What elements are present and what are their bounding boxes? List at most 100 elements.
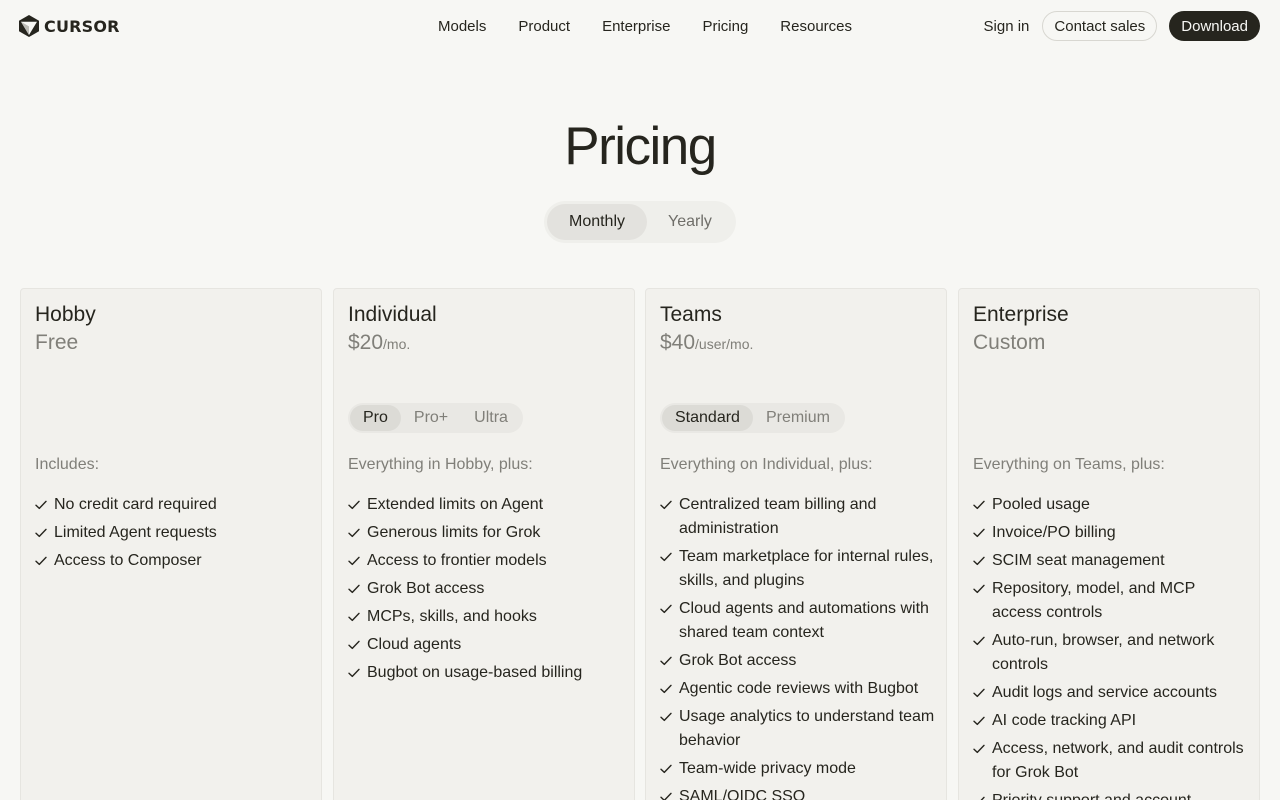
feature-item: Grok Bot access: [660, 649, 936, 673]
feature-item: Audit logs and service accounts: [973, 681, 1249, 705]
feature-text: Agentic code reviews with Bugbot: [679, 680, 919, 697]
cursor-logo-icon: [19, 15, 39, 37]
plan-name: Individual: [348, 303, 437, 326]
check-icon: [660, 677, 673, 701]
feature-item: Pooled usage: [973, 493, 1249, 517]
billing-toggle: Monthly Yearly: [544, 201, 736, 243]
feature-item: Limited Agent requests: [35, 521, 311, 545]
feature-text: Cloud agents: [367, 636, 462, 653]
feature-item: Team-wide privacy mode: [660, 757, 936, 781]
tier-option-standard[interactable]: Standard: [662, 405, 753, 431]
nav-actions: Sign in Contact sales Download: [984, 11, 1260, 41]
plan-includes-label: Includes:: [35, 456, 100, 473]
feature-list: Extended limits on Agent Generous limits …: [348, 493, 624, 689]
logo[interactable]: CURSOR: [18, 14, 120, 38]
check-icon: [348, 605, 361, 629]
feature-text: Generous limits for Grok: [367, 524, 541, 541]
feature-text: MCPs, skills, and hooks: [367, 608, 537, 625]
feature-text: Limited Agent requests: [54, 524, 217, 541]
nav-link-resources[interactable]: Resources: [780, 18, 852, 35]
feature-text: Extended limits on Agent: [367, 496, 544, 513]
feature-text: Priority support and account: [992, 792, 1191, 800]
feature-text: No credit card required: [54, 496, 217, 513]
plan-name: Teams: [660, 303, 722, 326]
plan-card-teams: Teams $40/user/mo. Standard Premium Ever…: [645, 288, 947, 800]
contact-sales-button[interactable]: Contact sales: [1042, 11, 1158, 41]
check-icon: [973, 789, 986, 800]
plan-name: Hobby: [35, 303, 96, 326]
feature-item: SAML/OIDC SSO: [660, 785, 936, 800]
feature-text: Bugbot on usage-based billing: [367, 664, 583, 681]
nav-link-pricing[interactable]: Pricing: [702, 18, 748, 35]
check-icon: [660, 705, 673, 729]
check-icon: [973, 577, 986, 601]
feature-item: Cloud agents: [348, 633, 624, 657]
tier-option-pro[interactable]: Pro: [350, 405, 401, 431]
feature-item: Access to Composer: [35, 549, 311, 573]
plan-card-enterprise: Enterprise Custom Everything on Teams, p…: [958, 288, 1260, 800]
feature-item: Grok Bot access: [348, 577, 624, 601]
check-icon: [35, 521, 48, 545]
check-icon: [348, 633, 361, 657]
tier-option-ultra[interactable]: Ultra: [461, 405, 521, 431]
check-icon: [973, 521, 986, 545]
feature-item: Extended limits on Agent: [348, 493, 624, 517]
tier-option-premium[interactable]: Premium: [753, 405, 843, 431]
check-icon: [660, 545, 673, 569]
plan-includes-label: Everything on Teams, plus:: [973, 456, 1165, 473]
tier-toggle: Pro Pro+ Ultra: [348, 403, 523, 433]
check-icon: [973, 737, 986, 761]
plan-price-value: Custom: [973, 331, 1046, 354]
feature-item: SCIM seat management: [973, 549, 1249, 573]
feature-text: Auto-run, browser, and network controls: [992, 632, 1215, 673]
nav-link-enterprise[interactable]: Enterprise: [602, 18, 670, 35]
download-button[interactable]: Download: [1169, 11, 1260, 41]
feature-text: Audit logs and service accounts: [992, 684, 1218, 701]
page-title: Pricing: [564, 117, 717, 176]
check-icon: [660, 649, 673, 673]
feature-item: No credit card required: [35, 493, 311, 517]
feature-text: Access to Composer: [54, 552, 202, 569]
plan-name: Enterprise: [973, 303, 1069, 326]
plan-price: $40/user/mo.: [660, 331, 753, 355]
top-nav: CURSOR Models Product Enterprise Pricing…: [0, 0, 1280, 52]
feature-item: Team marketplace for internal rules, ski…: [660, 545, 936, 593]
feature-item: AI code tracking API: [973, 709, 1249, 733]
feature-item: Auto-run, browser, and network controls: [973, 629, 1249, 677]
check-icon: [348, 493, 361, 517]
feature-item: Access, network, and audit controls for …: [973, 737, 1249, 785]
nav-link-models[interactable]: Models: [438, 18, 486, 35]
feature-text: AI code tracking API: [992, 712, 1137, 729]
check-icon: [973, 681, 986, 705]
plan-price-value: Free: [35, 331, 79, 354]
feature-text: Repository, model, and MCP access contro…: [992, 580, 1196, 621]
feature-text: Invoice/PO billing: [992, 524, 1116, 541]
nav-link-product[interactable]: Product: [518, 18, 570, 35]
plan-price-unit: /mo.: [383, 336, 411, 352]
check-icon: [973, 709, 986, 733]
check-icon: [660, 597, 673, 621]
check-icon: [660, 493, 673, 517]
feature-text: Cloud agents and automations with shared…: [679, 600, 929, 641]
tier-option-pro-plus[interactable]: Pro+: [401, 405, 461, 431]
feature-text: Usage analytics to understand team behav…: [679, 708, 935, 749]
plan-card-individual: Individual $20/mo. Pro Pro+ Ultra Everyt…: [333, 288, 635, 800]
check-icon: [35, 549, 48, 573]
check-icon: [348, 661, 361, 685]
check-icon: [660, 785, 673, 800]
billing-option-monthly[interactable]: Monthly: [547, 204, 647, 240]
feature-text: Team marketplace for internal rules, ski…: [679, 548, 934, 589]
feature-list: No credit card required Limited Agent req…: [35, 493, 311, 577]
feature-item: Centralized team billing and administrat…: [660, 493, 936, 541]
feature-text: Grok Bot access: [679, 652, 797, 669]
plan-includes-label: Everything in Hobby, plus:: [348, 456, 533, 473]
feature-text: Access to frontier models: [367, 552, 547, 569]
check-icon: [660, 757, 673, 781]
feature-item: Access to frontier models: [348, 549, 624, 573]
feature-text: Access, network, and audit controls for …: [992, 740, 1244, 781]
feature-item: Bugbot on usage-based billing: [348, 661, 624, 685]
feature-text: Pooled usage: [992, 496, 1090, 513]
billing-option-yearly[interactable]: Yearly: [647, 204, 733, 240]
plan-price: $20/mo.: [348, 331, 410, 355]
sign-in-link[interactable]: Sign in: [984, 18, 1030, 35]
